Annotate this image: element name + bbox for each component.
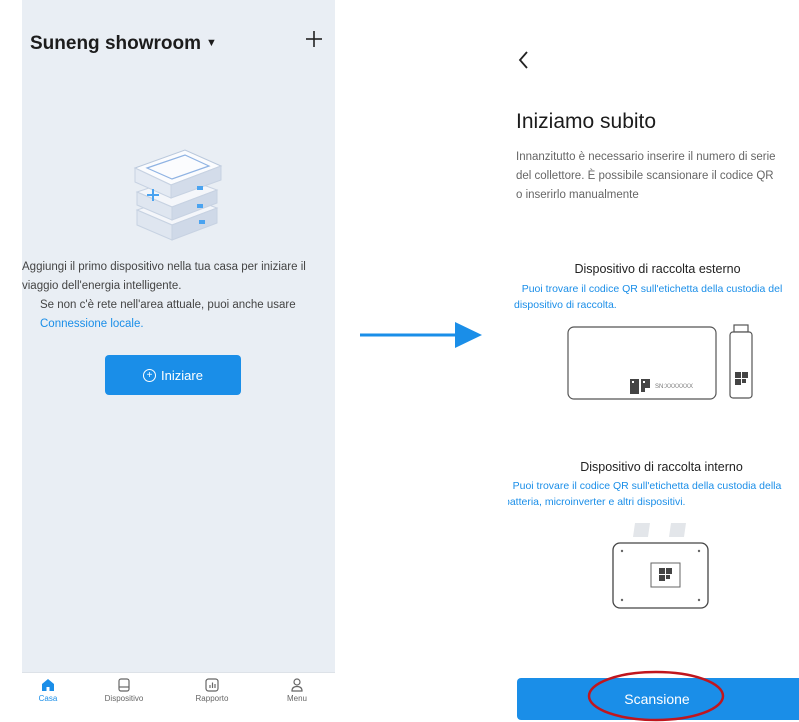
device-icon xyxy=(118,678,130,692)
device-stack-illustration xyxy=(133,149,223,241)
nav-item-rapporto[interactable]: Rapporto xyxy=(177,677,247,703)
setup-description: Innanzitutto è necessario inserire il nu… xyxy=(516,148,799,205)
desc-line: batteria, microinverter e altri disposit… xyxy=(508,496,686,508)
desc-line: Puoi trovare il codice QR sull'etichetta… xyxy=(512,480,782,492)
back-chevron-icon[interactable] xyxy=(514,48,534,72)
nav-label: Menu xyxy=(286,694,307,703)
local-connection-link[interactable]: Connessione locale. xyxy=(22,315,144,334)
external-section-title: Dispositivo di raccolta esterno xyxy=(574,262,741,276)
nav-item-casa[interactable]: Casa xyxy=(13,677,83,703)
home-screen: Suneng showroom ▼ Aggiungi il primo dispo… xyxy=(22,0,335,721)
plus-icon[interactable] xyxy=(303,28,325,50)
user-icon xyxy=(291,678,303,692)
nav-item-dispositivo[interactable]: Dispositivo xyxy=(89,677,159,703)
nav-label: Casa xyxy=(38,694,58,703)
arrow-right-icon xyxy=(360,322,482,348)
external-collector-illustration: SN:XXXXXXX xyxy=(567,324,753,400)
scan-button-label: Scansione xyxy=(624,691,690,707)
nav-label: Rapporto xyxy=(195,694,229,703)
bottom-nav: Casa Dispositivo Rapporto Menu xyxy=(22,672,335,721)
sn-label: SN:XXXXXXX xyxy=(655,384,693,390)
start-button[interactable]: + Iniziare xyxy=(105,355,241,395)
desc-line: dispositivo di raccolta. xyxy=(514,299,617,311)
start-button-label: Iniziare xyxy=(161,367,203,383)
report-icon xyxy=(205,678,219,692)
internal-section-desc: Puoi trovare il codice QR sull'etichetta… xyxy=(508,478,794,510)
setup-screen: Iniziamo subito Innanzitutto è necessari… xyxy=(508,0,799,720)
internal-section-title: Dispositivo di raccolta interno xyxy=(580,460,743,474)
desc-line: Puoi trovare il codice QR sull'etichetta… xyxy=(521,283,783,295)
intro-line: Se non c'è rete nell'area attuale, puoi … xyxy=(40,299,296,311)
intro-line: Aggiungi il primo dispositivo nella tua … xyxy=(22,261,306,273)
intro-text: Aggiungi il primo dispositivo nella tua … xyxy=(22,258,333,334)
nav-item-menu[interactable]: Menu xyxy=(262,677,332,703)
external-section-desc: Puoi trovare il codice QR sull'etichetta… xyxy=(508,281,799,313)
nav-label: Dispositivo xyxy=(104,694,144,703)
caret-down-icon: ▼ xyxy=(206,37,217,49)
intro-line: viaggio dell'energia intelligente. xyxy=(22,280,182,292)
desc-line: del collettore. È possibile scansionare … xyxy=(516,170,774,182)
home-selector[interactable]: Suneng showroom ▼ xyxy=(30,33,217,55)
internal-device-illustration xyxy=(612,523,709,609)
page-title: Iniziamo subito xyxy=(516,110,657,133)
home-icon xyxy=(42,679,54,691)
desc-line: Innanzitutto è necessario inserire il nu… xyxy=(516,151,776,163)
desc-line: o inserirlo manualmente xyxy=(516,189,639,201)
plus-circle-icon: + xyxy=(143,368,157,382)
scan-button[interactable]: Scansione xyxy=(517,678,799,720)
home-title: Suneng showroom xyxy=(30,33,201,54)
